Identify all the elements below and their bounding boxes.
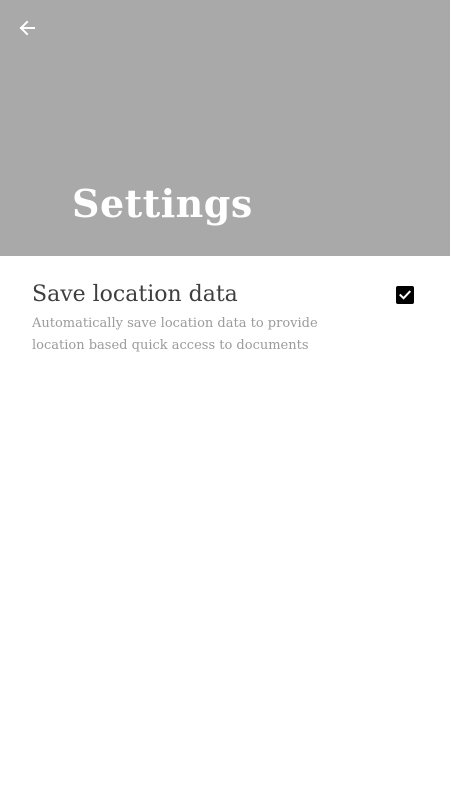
settings-list: Save location data Automatically save lo… [0, 256, 450, 366]
checkmark-icon [398, 288, 412, 302]
setting-title: Save location data [32, 282, 238, 307]
save-location-checkbox[interactable] [396, 286, 414, 304]
app-bar: Settings [0, 0, 450, 256]
page-title: Settings [72, 181, 253, 226]
setting-description: Automatically save location data to prov… [32, 316, 318, 353]
back-button[interactable] [10, 11, 44, 45]
arrow-left-icon [18, 19, 36, 37]
setting-save-location-data[interactable]: Save location data Automatically save lo… [0, 256, 450, 366]
settings-screen: Settings Save location data Automaticall… [0, 0, 450, 800]
